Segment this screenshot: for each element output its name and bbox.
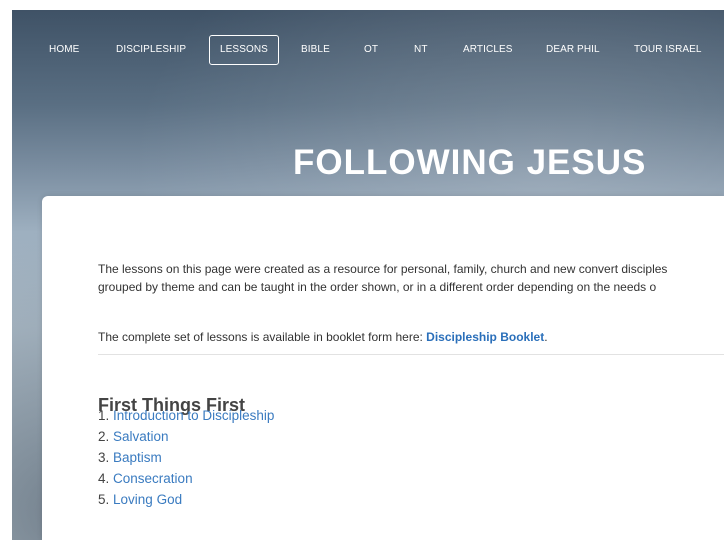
booklet-text: The complete set of lessons is available… (98, 330, 427, 344)
nav-item-tour-israel[interactable]: TOUR ISRAEL (634, 35, 702, 65)
lesson-item: 5. Loving God (98, 489, 274, 510)
main-nav: HOME DISCIPLESHIP LESSONS BIBLE OT NT AR… (12, 35, 724, 65)
lesson-item: 4. Consecration (98, 468, 274, 489)
intro-paragraph: The lessons on this page were created as… (98, 260, 724, 296)
lesson-number: 1. (98, 408, 110, 423)
nav-item-lessons[interactable]: LESSONS (209, 35, 279, 65)
lesson-link-consecration[interactable]: Consecration (113, 471, 193, 486)
nav-item-bible[interactable]: BIBLE (301, 35, 330, 65)
nav-item-nt[interactable]: NT (414, 35, 428, 65)
lesson-item: 3. Baptism (98, 447, 274, 468)
booklet-paragraph: The complete set of lessons is available… (98, 328, 548, 346)
page-title: FOLLOWING JESUS (293, 143, 647, 183)
lesson-list: 1. Introduction to Discipleship 2. Salva… (98, 405, 274, 510)
nav-item-articles[interactable]: ARTICLES (463, 35, 513, 65)
nav-item-dear-phil[interactable]: DEAR PHIL (546, 35, 600, 65)
lesson-link-salvation[interactable]: Salvation (113, 429, 169, 444)
lesson-item: 1. Introduction to Discipleship (98, 405, 274, 426)
lesson-number: 2. (98, 429, 110, 444)
lesson-item: 2. Salvation (98, 426, 274, 447)
lesson-number: 3. (98, 450, 110, 465)
content-card: The lessons on this page were created as… (42, 196, 724, 540)
lesson-number: 5. (98, 492, 110, 507)
lesson-link-introduction-to-discipleship[interactable]: Introduction to Discipleship (113, 408, 274, 423)
lesson-link-loving-god[interactable]: Loving God (113, 492, 182, 507)
nav-item-ot[interactable]: OT (364, 35, 378, 65)
nav-item-home[interactable]: HOME (49, 35, 79, 65)
booklet-suffix: . (544, 330, 548, 344)
lesson-link-baptism[interactable]: Baptism (113, 450, 162, 465)
nav-item-discipleship[interactable]: DISCIPLESHIP (116, 35, 186, 65)
intro-line: grouped by theme and can be taught in th… (98, 280, 657, 294)
intro-line: The lessons on this page were created as… (98, 262, 668, 276)
divider (98, 354, 724, 355)
lesson-number: 4. (98, 471, 110, 486)
discipleship-booklet-link[interactable]: Discipleship Booklet (426, 330, 544, 344)
